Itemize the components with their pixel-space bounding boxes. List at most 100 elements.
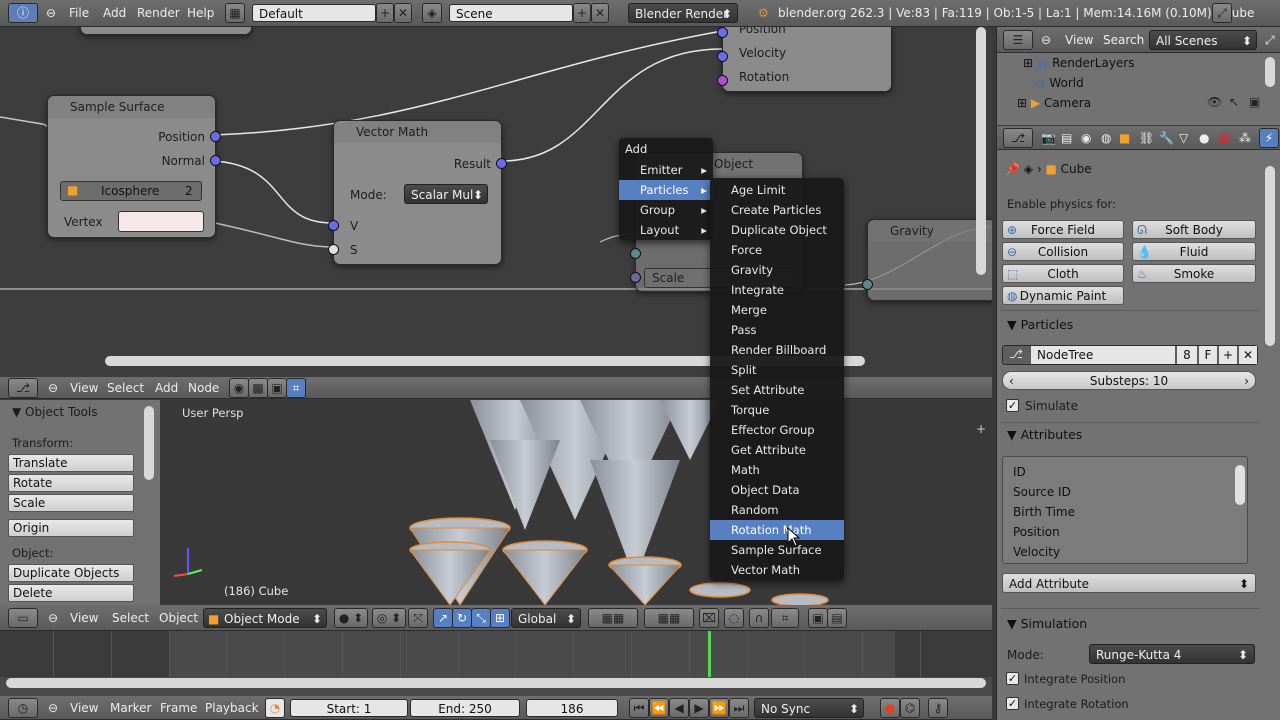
orientation-dropdown[interactable]: Global ⬍ (511, 608, 581, 628)
pivot-point-icon[interactable]: ◎ ⬍ (372, 608, 406, 628)
submenu-item-integrate[interactable]: Integrate (710, 280, 844, 300)
normal-output-socket[interactable] (210, 155, 221, 166)
jump-end-icon[interactable]: ⏭ (729, 698, 749, 718)
submenu-item-age-limit[interactable]: Age Limit (710, 180, 844, 200)
start-frame-field[interactable]: Start: 1 (290, 699, 408, 717)
editor-type-icon[interactable]: ⎇ (1003, 128, 1033, 148)
current-frame-field[interactable]: 186 (526, 699, 618, 717)
rotate-button[interactable]: Rotate (8, 474, 134, 492)
layers-grid-1-icon[interactable]: ▦▦ (588, 608, 638, 628)
gravity-input-socket[interactable] (862, 279, 873, 290)
render-layers-tab-icon[interactable]: ▤ (1061, 128, 1072, 148)
simulate-checkbox[interactable]: ✓ (1006, 399, 1019, 412)
collapse-menu-icon[interactable]: ⊖ (48, 608, 58, 628)
scene-tab-icon[interactable]: ◉ (1081, 128, 1091, 148)
compositing-nodes-icon[interactable]: ▣ (267, 378, 287, 398)
submenu-item-get-attribute[interactable]: Get Attribute (710, 440, 844, 460)
simulation-nodes-icon[interactable]: ⌗ (286, 378, 306, 398)
menu-search[interactable]: Search (1103, 30, 1144, 50)
menu-help[interactable]: Help (187, 3, 214, 23)
submenu-item-sample-surface[interactable]: Sample Surface (710, 540, 844, 560)
unlink-nodetree-icon[interactable]: ✕ (1239, 346, 1257, 364)
editor-type-icon[interactable]: ⎇ (8, 378, 38, 398)
menu-item-layout[interactable]: Layout ▸ (619, 220, 713, 240)
jump-start-icon[interactable]: ⏮ (629, 698, 649, 718)
attribute-item[interactable]: ID (1013, 465, 1026, 479)
timeline-scrollbar[interactable] (6, 678, 986, 688)
node-editor-vertical-scrollbar[interactable] (976, 27, 986, 275)
attributes-list[interactable]: ID Source ID Birth Time Position Velocit… (1002, 456, 1248, 564)
submenu-item-gravity[interactable]: Gravity (710, 260, 844, 280)
remove-layout-icon[interactable]: ✕ (394, 3, 412, 23)
substeps-decrement-icon[interactable]: ‹ (1009, 372, 1014, 390)
simulation-panel-header[interactable]: ▼ Simulation (1007, 612, 1087, 636)
render-engine-dropdown[interactable]: Blender Render ⬍ (628, 3, 738, 23)
menu-frame[interactable]: Frame (160, 698, 197, 718)
menu-file[interactable]: File (69, 3, 89, 23)
attribute-item[interactable]: Velocity (1013, 545, 1060, 559)
submenu-item-vector-math[interactable]: Vector Math (710, 560, 844, 580)
editor-type-icon[interactable]: ▭ (8, 608, 38, 628)
selectability-cursor-icon[interactable]: ↖ (1229, 95, 1239, 109)
submenu-item-math[interactable]: Math (710, 460, 844, 480)
vector-math-node[interactable]: Vector Math Result Mode: Scalar Mul ⬍ V … (328, 120, 507, 265)
vertex-field[interactable] (118, 211, 204, 232)
menu-add[interactable]: Add (103, 3, 126, 23)
menu-item-group[interactable]: Group ▸ (619, 200, 713, 220)
visibility-eye-icon[interactable]: 👁 (1207, 95, 1222, 109)
gravity-node[interactable]: Gravity (862, 219, 992, 301)
menu-select[interactable]: Select (112, 608, 149, 628)
soft-body-button[interactable]: ᘏ Soft Body (1132, 220, 1256, 239)
add-layout-icon[interactable]: + (376, 3, 394, 23)
menu-node[interactable]: Node (188, 378, 219, 398)
submenu-item-rotation-math[interactable]: Rotation Math (710, 520, 844, 540)
dynamic-paint-button[interactable]: ◍ Dynamic Paint (1002, 286, 1124, 305)
scale-button[interactable]: Scale (8, 494, 134, 512)
viewport-plus-icon[interactable]: + (976, 422, 986, 436)
constraints-tab-icon[interactable]: ⛓ (1139, 128, 1154, 148)
collapse-menu-icon[interactable]: ⊖ (46, 3, 56, 23)
menu-marker[interactable]: Marker (110, 698, 151, 718)
world-tab-icon[interactable]: ◍ (1101, 128, 1111, 148)
mode-dropdown[interactable]: ■ Object Mode ⬍ (203, 608, 327, 628)
proportional-edit-icon[interactable]: ◌ (724, 608, 744, 628)
expand-icon[interactable]: ⊞ (1017, 96, 1027, 110)
remove-scene-icon[interactable]: ✕ (591, 3, 609, 23)
scene-field[interactable]: Scene (449, 4, 573, 22)
physics-tab-icon[interactable]: ⚡ (1259, 128, 1279, 148)
collision-button[interactable]: ⊖ Collision (1002, 242, 1124, 261)
menu-select[interactable]: Select (107, 378, 144, 398)
submenu-item-merge[interactable]: Merge (710, 300, 844, 320)
menu-view[interactable]: View (70, 608, 98, 628)
menu-view[interactable]: View (70, 698, 98, 718)
add-attribute-dropdown[interactable]: Add Attribute ⬍ (1002, 573, 1256, 593)
info-editor-icon[interactable]: ⓘ (8, 3, 38, 23)
object-field[interactable]: ■ Icosphere 2 (60, 181, 202, 201)
fake-user-toggle[interactable]: F (1199, 346, 1217, 364)
rotation-input-socket[interactable] (717, 75, 728, 86)
simulation-mode-dropdown[interactable]: Runge-Kutta 4 ⬍ (1089, 644, 1255, 664)
properties-scrollbar[interactable] (1265, 166, 1275, 346)
menu-item-particles[interactable]: Particles ▸ (619, 180, 713, 200)
menu-add[interactable]: Add (155, 378, 178, 398)
editor-type-icon[interactable]: ◷ (8, 698, 38, 718)
velocity-input-socket[interactable] (717, 51, 728, 62)
tool-shelf-scrollbar[interactable] (144, 406, 154, 480)
3d-viewport[interactable]: User Persp (186) Cube + (160, 400, 992, 605)
translate-button[interactable]: Translate (8, 454, 134, 472)
integrate-position-checkbox[interactable]: ✓ (1006, 672, 1019, 685)
jump-keyframe-forward-icon[interactable]: ⏩ (709, 698, 729, 718)
add-scene-icon[interactable]: + (573, 3, 591, 23)
renderability-icon[interactable]: ▣ (1249, 95, 1260, 109)
menu-render[interactable]: Render (137, 3, 180, 23)
outliner-collapse-icon[interactable]: ⤢ (1265, 30, 1275, 50)
fluid-button[interactable]: 💧 Fluid (1132, 242, 1256, 261)
mode-dropdown[interactable]: Scalar Mul ⬍ (404, 184, 488, 204)
submenu-item-duplicate-object[interactable]: Duplicate Object (710, 220, 844, 240)
smoke-button[interactable]: ♨ Smoke (1132, 264, 1256, 283)
record-icon[interactable]: ● (880, 698, 900, 718)
manipulator-toggle-icon[interactable]: ⤧ (408, 608, 428, 628)
editor-type-icon[interactable]: ☰ (1003, 30, 1033, 50)
v-input-socket[interactable] (328, 220, 339, 231)
nodetree-selector[interactable]: ⎇ NodeTree 8 F + ✕ (1002, 345, 1258, 365)
